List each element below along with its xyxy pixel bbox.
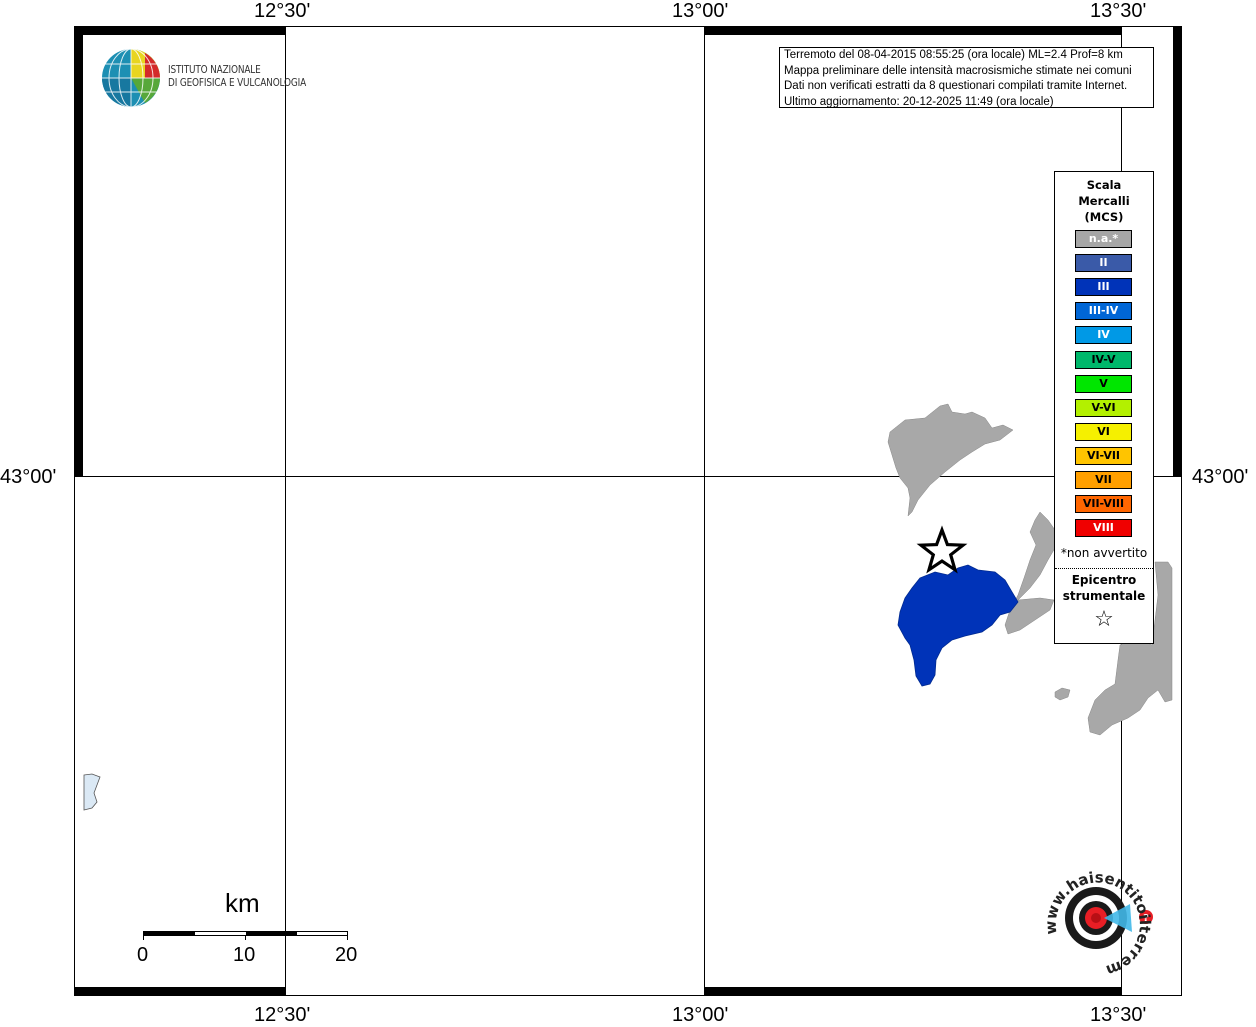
legend-swatch: VIII (1075, 519, 1132, 538)
legend-swatch: III-IV (1075, 302, 1132, 321)
scale-tick (347, 936, 348, 940)
scale-tick-label: 0 (137, 944, 149, 966)
legend-swatch: V (1075, 374, 1132, 393)
epicenter-star-icon (916, 525, 968, 574)
legend-swatch: IV (1075, 326, 1132, 345)
legend-epicenter-label: Epicentro strumentale (1055, 572, 1153, 604)
lake-shape (83, 773, 101, 811)
legend-title-line-2: Mercalli (1078, 194, 1130, 208)
legend-swatch: VII (1075, 471, 1132, 489)
scale-tick (143, 936, 144, 940)
axis-label-top: 13°30' (1090, 0, 1147, 22)
info-line-4: Ultimo aggiornamento: 20-12-2025 11:49 (… (784, 95, 1054, 108)
legend-swatch: VI-VII (1075, 446, 1132, 465)
legend-swatch: IV-V (1075, 350, 1132, 369)
legend-epicenter-line-1: Epicentro (1071, 573, 1137, 587)
axis-label-top: 13°00' (672, 0, 729, 22)
legend-swatch: VII-VIII (1075, 495, 1132, 514)
info-line-3: Dati non verificati estratti da 8 questi… (784, 80, 1128, 92)
land-polygon (1054, 687, 1071, 701)
info-line-1: Terremoto del 08-04-2015 08:55:25 (ora l… (784, 49, 1123, 61)
info-line-2: Mappa preliminare delle intensità macros… (784, 64, 1132, 77)
scale-tick-label: 20 (335, 944, 358, 966)
legend-title-line-3: (MCS) (1084, 210, 1124, 224)
legend-swatch: III (1075, 278, 1132, 297)
institute-name: ISTITUTO NAZIONALE DI GEOFISICA E VULCAN… (168, 64, 306, 90)
ingv-globe-logo (102, 48, 160, 108)
axis-label-top: 12°30' (254, 0, 311, 22)
legend-divider (1055, 568, 1153, 569)
legend-swatch: n.a.* (1075, 230, 1132, 248)
earthquake-info-box: Terremoto del 08-04-2015 08:55:25 (ora l… (779, 47, 1154, 108)
land-polygon (887, 403, 1014, 517)
scale-bar-segment (144, 932, 195, 935)
legend-swatch: VI (1075, 422, 1132, 441)
axis-label-right: 43°00' (1192, 466, 1249, 488)
legend-title: Scala Mercalli (MCS) (1055, 177, 1153, 225)
scale-unit-label: km (225, 888, 260, 918)
axis-label-left: 43°00' (0, 466, 57, 488)
legend-star-icon: ☆ (1094, 607, 1114, 632)
scale-tick (245, 936, 246, 940)
legend-note: *non avvertito (1060, 546, 1148, 560)
haisentito-logo: ? www.haisentitoilterremoto.it (1030, 852, 1154, 977)
scale-bar-segment (246, 932, 297, 935)
intensity-iii-area (897, 564, 1019, 687)
scale-tick-label: 10 (233, 944, 256, 966)
legend-title-line-1: Scala (1086, 178, 1122, 192)
legend-epicenter-line-2: strumentale (1062, 589, 1146, 603)
institute-line-2: DI GEOFISICA E VULCANOLOGIA (168, 77, 307, 89)
legend-swatch: V-VI (1075, 398, 1132, 417)
land-polygon (1004, 511, 1056, 635)
institute-line-1: ISTITUTO NAZIONALE (168, 64, 261, 76)
intensity-legend: Scala Mercalli (MCS) n.a.* II III III-IV IV I… (1054, 171, 1154, 644)
legend-swatch: II (1075, 254, 1132, 273)
